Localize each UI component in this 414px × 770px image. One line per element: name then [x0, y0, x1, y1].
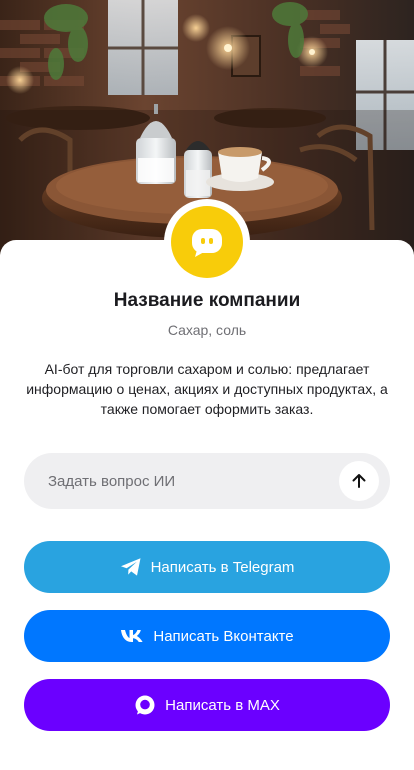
- send-button[interactable]: [339, 461, 379, 501]
- ask-ai-input[interactable]: [24, 453, 324, 509]
- telegram-button-label: Написать в Telegram: [150, 558, 295, 576]
- page: Название компании Сахар, соль AI-бот для…: [0, 0, 414, 770]
- chat-bubble-icon: [171, 206, 243, 278]
- company-subtitle: Сахар, соль: [167, 322, 247, 338]
- company-logo: [164, 199, 250, 285]
- ask-ai-field: [24, 453, 390, 509]
- vk-button-label: Написать Вконтакте: [153, 627, 294, 645]
- vk-icon: [120, 629, 144, 643]
- max-icon: [134, 694, 156, 716]
- vk-button[interactable]: Написать Вконтакте: [24, 610, 390, 662]
- max-button[interactable]: Написать в MAX: [24, 679, 390, 731]
- telegram-button[interactable]: Написать в Telegram: [24, 541, 390, 593]
- telegram-icon: [120, 557, 142, 577]
- arrow-up-icon: [352, 474, 366, 488]
- company-description: AI-бот для торговли сахаром и солью: пре…: [26, 361, 388, 417]
- company-name: Название компании: [113, 290, 301, 311]
- max-button-label: Написать в MAX: [165, 696, 280, 714]
